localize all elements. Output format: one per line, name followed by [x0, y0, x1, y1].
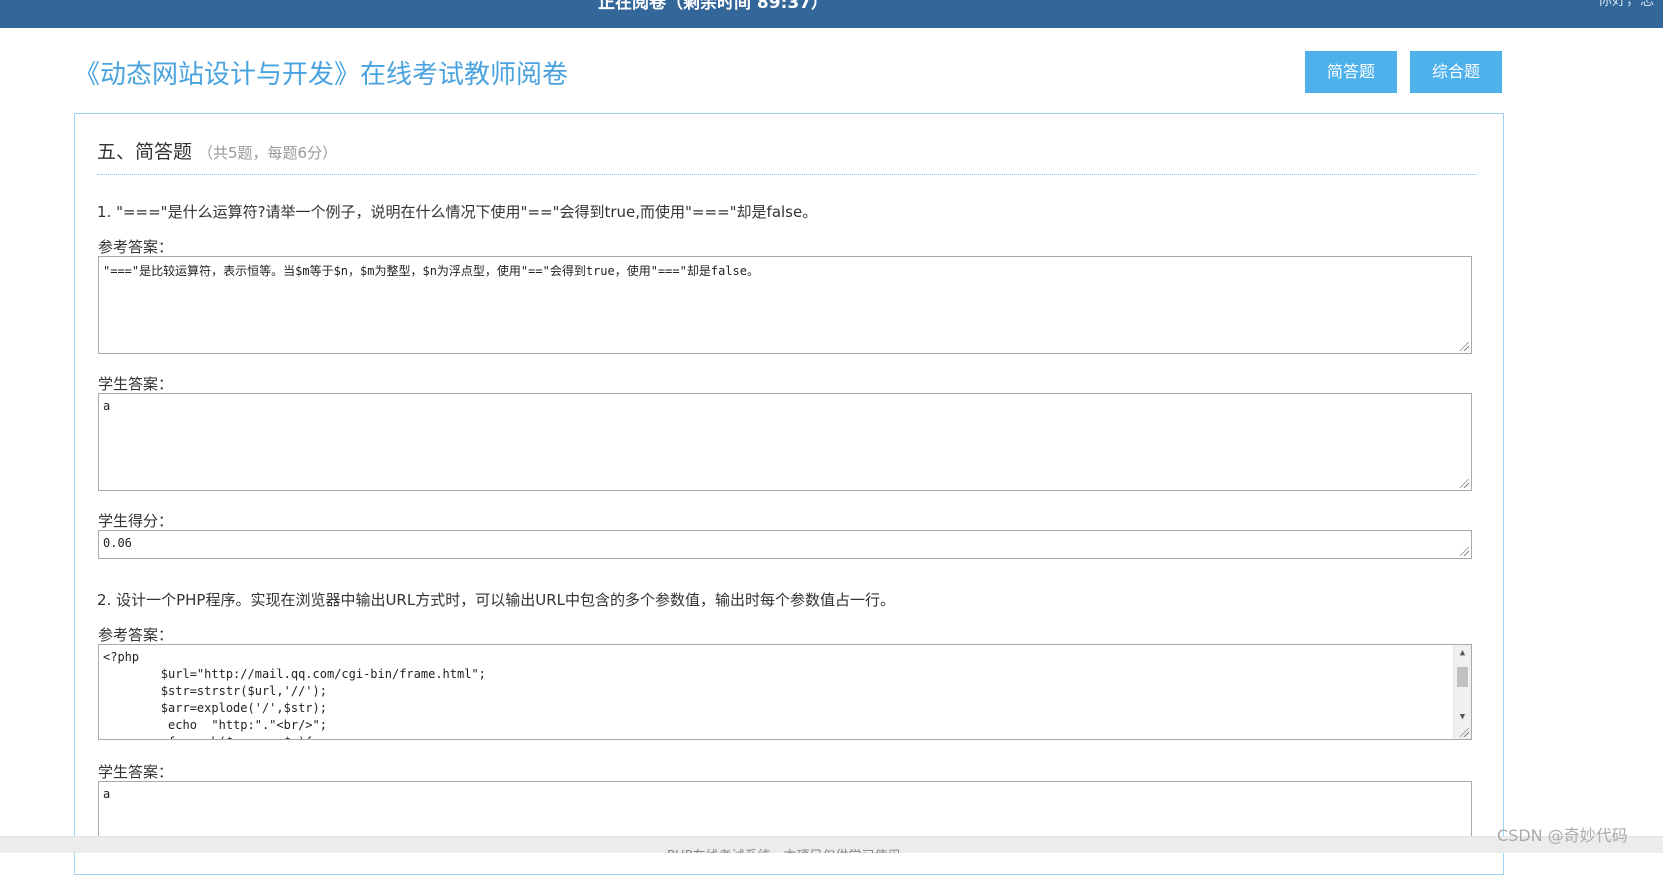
student-answer-text: a [103, 399, 111, 413]
footer: PHP在线考试系统，本项目仅供学习使用 [0, 836, 1663, 853]
scroll-up-icon[interactable]: ▲ [1454, 645, 1471, 661]
user-greeting: 你好，忘 [1598, 0, 1654, 9]
section-note: （共5题，每题6分） [198, 144, 338, 162]
short-answer-tab-button[interactable]: 简答题 [1305, 51, 1397, 93]
marking-timer: 正在阅卷（剩余时间 89:37） [598, 0, 829, 13]
student-score-input[interactable]: 0.06 [98, 530, 1472, 559]
student-answer-label: 学生答案： [98, 763, 174, 781]
question-text: 2. 设计一个PHP程序。实现在浏览器中输出URL方式时，可以输出URL中包含的… [97, 591, 895, 609]
resize-grip-icon[interactable] [1460, 479, 1469, 488]
top-bar: 正在阅卷（剩余时间 89:37） 你好，忘 [0, 0, 1663, 28]
question-text: 1. "==="是什么运算符?请举一个例子，说明在什么情况下使用"=="会得到t… [97, 203, 818, 221]
student-answer-text: a [103, 787, 111, 801]
vertical-scrollbar[interactable]: ▲ ▼ [1453, 645, 1471, 739]
page-title: 《动态网站设计与开发》在线考试教师阅卷 [74, 60, 569, 90]
reference-answer-textarea[interactable]: <?php $url="http://mail.qq.com/cgi-bin/f… [98, 644, 1472, 740]
comprehensive-tab-button[interactable]: 综合题 [1410, 51, 1502, 93]
reference-answer-label: 参考答案： [98, 626, 174, 644]
reference-answer-textarea[interactable]: "==="是比较运算符，表示恒等。当$m等于$n，$m为整型，$n为浮点型，使用… [98, 256, 1472, 354]
section-title: 五、简答题 （共5题，每题6分） [97, 137, 1477, 175]
grading-panel [74, 113, 1504, 875]
reference-answer-text: "==="是比较运算符，表示恒等。当$m等于$n，$m为整型，$n为浮点型，使用… [103, 264, 759, 278]
student-answer-textarea[interactable]: a [98, 393, 1472, 491]
resize-grip-icon[interactable] [1460, 547, 1469, 556]
scroll-thumb[interactable] [1457, 667, 1468, 687]
csdn-watermark: CSDN @奇妙代码 [1497, 826, 1628, 845]
student-score-label: 学生得分： [98, 512, 174, 530]
student-score-value: 0.06 [103, 536, 132, 550]
resize-grip-icon[interactable] [1460, 728, 1469, 737]
reference-answer-code: <?php $url="http://mail.qq.com/cgi-bin/f… [103, 650, 486, 739]
scroll-down-icon[interactable]: ▼ [1454, 709, 1471, 725]
resize-grip-icon[interactable] [1460, 342, 1469, 351]
student-answer-label: 学生答案： [98, 375, 174, 393]
section-title-text: 五、简答题 [97, 141, 193, 163]
reference-answer-label: 参考答案： [98, 238, 174, 256]
